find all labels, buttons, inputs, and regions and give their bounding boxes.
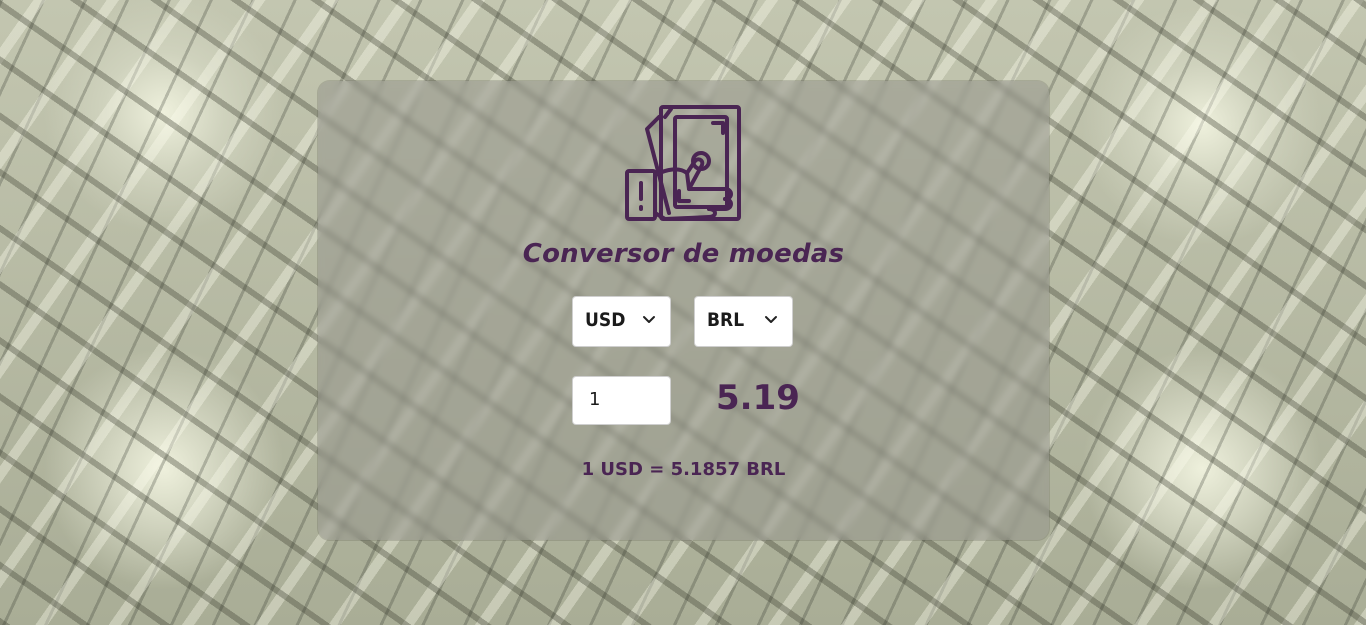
chevron-down-icon (643, 316, 655, 323)
from-currency-value: USD (585, 309, 626, 331)
from-currency-select[interactable]: USD (573, 297, 670, 346)
page-background: { "app": { "title": "Conversor de moedas… (0, 0, 1366, 625)
chevron-down-icon (765, 316, 777, 323)
conversion-result: 5.19 (716, 378, 800, 418)
to-currency-value: BRL (707, 309, 745, 331)
to-currency-select[interactable]: BRL (695, 297, 792, 346)
exchange-rate-text: 1 USD = 5.1857 BRL (581, 459, 786, 480)
amount-input[interactable]: 1 (573, 377, 670, 424)
amount-value: 1 (589, 389, 601, 410)
converter-card: Conversor de moedas USD BRL 1 5.19 1 USD… (318, 81, 1049, 540)
page-title: Conversor de moedas (522, 239, 845, 269)
money-hand-icon (625, 105, 741, 221)
